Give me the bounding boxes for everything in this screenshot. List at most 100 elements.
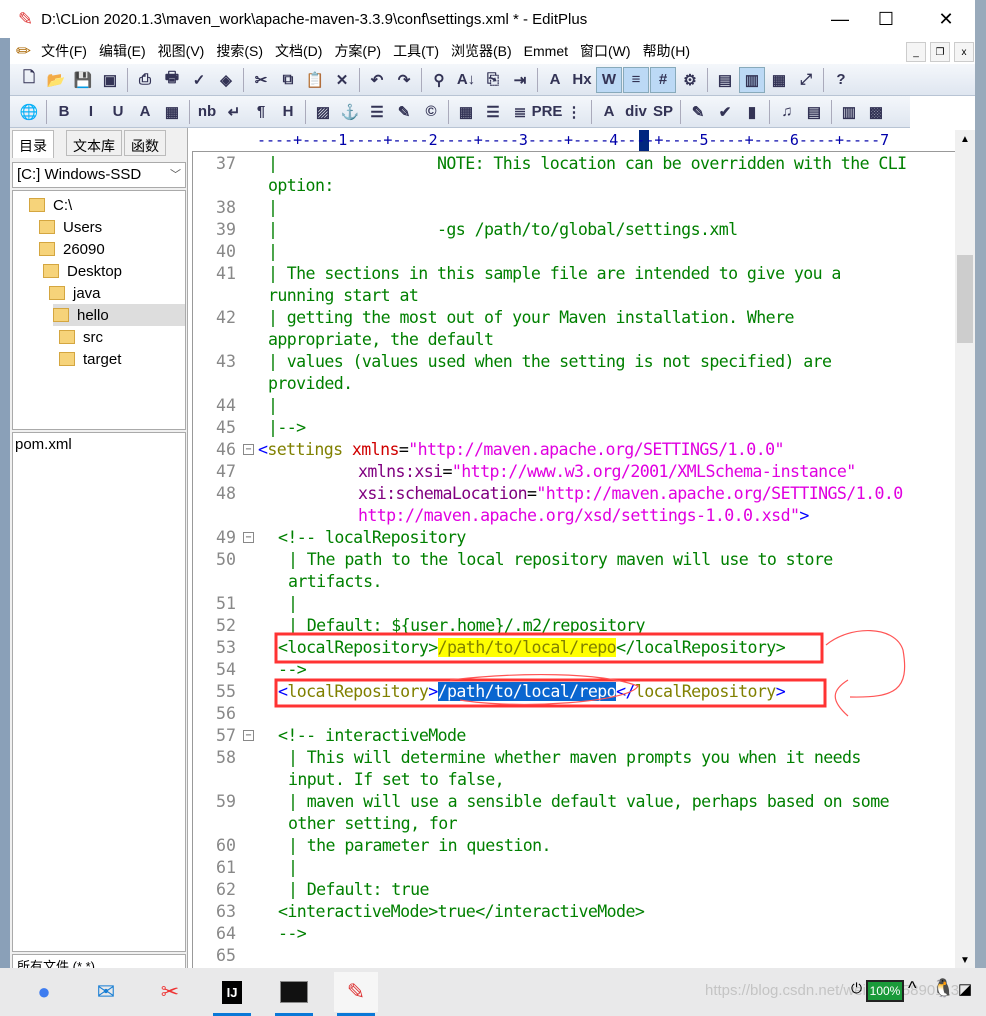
save-icon[interactable]: 💾 (70, 67, 96, 93)
file-item[interactable]: pom.xml (15, 436, 183, 453)
mdi-restore-button[interactable]: ❐ (930, 42, 950, 62)
paragraph-icon[interactable]: ¶ (248, 99, 274, 125)
tree-item[interactable]: java (49, 282, 185, 304)
qq-icon[interactable]: 🐧 (932, 978, 954, 999)
browser-view-icon[interactable]: ◈ (213, 67, 239, 93)
menu-item[interactable]: 方案(P) (328, 41, 387, 61)
copy-icon[interactable]: ⧉ (275, 67, 301, 93)
menu-item[interactable]: 窗口(W) (574, 41, 637, 61)
terminal-icon[interactable] (272, 972, 316, 1016)
tree-item[interactable]: src (59, 326, 185, 348)
bold-icon[interactable]: B (51, 99, 77, 125)
open-icon[interactable]: 📂 (43, 67, 69, 93)
menu-item[interactable]: 帮助(H) (637, 41, 696, 61)
tree-item[interactable]: Desktop (43, 260, 185, 282)
word-wrap-icon[interactable]: W (596, 66, 622, 93)
editplus-taskbar-icon[interactable]: ✎ (334, 972, 378, 1016)
find-in-files-icon[interactable]: ⎘ (480, 67, 506, 93)
hex-icon[interactable]: Hx (569, 67, 595, 93)
edit-icon[interactable]: ✎ (391, 99, 417, 125)
ruler-icon[interactable]: # (650, 66, 676, 93)
redo-icon[interactable]: ↷ (391, 67, 417, 93)
fold-toggle-icon[interactable]: − (243, 444, 254, 455)
center-icon[interactable]: ≣ (507, 99, 533, 125)
menu-item[interactable]: 浏览器(B) (445, 41, 518, 61)
menu-item[interactable]: 文件(F) (35, 41, 93, 61)
hr-icon[interactable]: ☰ (364, 99, 390, 125)
fullscreen-icon[interactable]: ⤢ (793, 67, 819, 93)
close-button[interactable]: ✕ (923, 4, 969, 34)
span-icon[interactable]: SP (650, 99, 676, 125)
frameset-icon[interactable]: ▥ (836, 99, 862, 125)
delete-icon[interactable]: ✕ (329, 67, 355, 93)
lark-icon[interactable]: ● (22, 972, 66, 1012)
menu-item[interactable]: Emmet (518, 43, 574, 59)
tree-item[interactable]: hello (53, 304, 185, 326)
chevron-up-icon[interactable]: ^ (908, 978, 916, 999)
copyright-icon[interactable]: © (418, 99, 444, 125)
print-preview-icon[interactable]: ⎙ (132, 67, 158, 93)
ordered-list-icon[interactable]: ⋮ (561, 99, 587, 125)
scroll-up-icon[interactable]: ▲ (955, 134, 975, 145)
br-icon[interactable]: ↵ (221, 99, 247, 125)
fold-toggle-icon[interactable]: − (243, 730, 254, 741)
help-icon[interactable]: ? (828, 67, 854, 93)
div-icon[interactable]: div (623, 99, 649, 125)
snipping-tool-icon[interactable]: ✂ (148, 972, 192, 1012)
tab-functions[interactable]: 函数 (124, 130, 166, 156)
div-tag-icon[interactable]: A (596, 99, 622, 125)
line-number-icon[interactable]: ≡ (623, 66, 649, 93)
cliptext-icon[interactable]: ▤ (712, 67, 738, 93)
new-file-icon[interactable]: 🗋 (16, 67, 42, 93)
menu-item[interactable]: 视图(V) (152, 41, 211, 61)
color-grid-icon[interactable]: ▩ (863, 99, 889, 125)
css-icon[interactable]: ✎ (685, 99, 711, 125)
paste-icon[interactable]: 📋 (302, 67, 328, 93)
print-icon[interactable]: 🖶 (159, 67, 185, 93)
tree-item[interactable]: Users (39, 216, 185, 238)
scrollbar-thumb[interactable] (957, 255, 973, 343)
menu-item[interactable]: 工具(T) (387, 41, 445, 61)
directory-icon[interactable]: ▥ (739, 66, 765, 93)
color-picker-icon[interactable]: ▦ (159, 99, 185, 125)
maximize-button[interactable]: ☐ (863, 4, 909, 34)
fold-toggle-icon[interactable]: − (243, 532, 254, 543)
mdi-close-button[interactable]: x (954, 42, 974, 62)
goto-line-icon[interactable]: ⇥ (507, 67, 533, 93)
validate-icon[interactable]: ✔ (712, 99, 738, 125)
menu-item[interactable]: 编辑(E) (93, 41, 152, 61)
video-icon[interactable]: ▮ (739, 99, 765, 125)
find-icon[interactable]: ⚲ (426, 67, 452, 93)
browser-icon[interactable]: 🌐 (16, 99, 42, 125)
drive-select[interactable]: [C:] Windows-SSD ﹀ (12, 162, 186, 188)
scroll-down-icon[interactable]: ▼ (955, 955, 975, 966)
font-color-icon[interactable]: A (132, 99, 158, 125)
intellij-idea-icon[interactable]: IJ (210, 972, 254, 1016)
italic-icon[interactable]: I (78, 99, 104, 125)
tab-directory[interactable]: 目录 (12, 130, 54, 158)
anchor-icon[interactable]: ⚓ (337, 99, 363, 125)
vertical-scrollbar[interactable]: ▲ ▼ (955, 130, 975, 968)
table-icon[interactable]: ▦ (453, 99, 479, 125)
underline-icon[interactable]: U (105, 99, 131, 125)
frame-icon[interactable]: ▤ (801, 99, 827, 125)
tree-item[interactable]: C:\ (29, 194, 185, 216)
tree-item[interactable]: 26090 (39, 238, 185, 260)
list-icon[interactable]: ☰ (480, 99, 506, 125)
minimize-button[interactable]: — (817, 4, 863, 34)
image-icon[interactable]: ▨ (310, 99, 336, 125)
mdi-minimize-button[interactable]: _ (906, 42, 926, 62)
output-icon[interactable]: ▦ (766, 67, 792, 93)
code-editor[interactable]: 37 | NOTE: This location can be overridde… (192, 152, 955, 968)
spellcheck-icon[interactable]: ✓ (186, 67, 212, 93)
save-all-icon[interactable]: ▣ (97, 67, 123, 93)
audio-icon[interactable]: ♫ (774, 99, 800, 125)
tree-item[interactable]: target (59, 348, 185, 370)
font-icon[interactable]: A (542, 67, 568, 93)
settings-icon[interactable]: ⚙ (677, 67, 703, 93)
nbsp-icon[interactable]: nb (194, 99, 220, 125)
replace-icon[interactable]: A↓ (453, 67, 479, 93)
network-icon[interactable]: ◪ (958, 980, 972, 998)
heading-icon[interactable]: H (275, 99, 301, 125)
menu-item[interactable]: 文档(D) (269, 41, 328, 61)
